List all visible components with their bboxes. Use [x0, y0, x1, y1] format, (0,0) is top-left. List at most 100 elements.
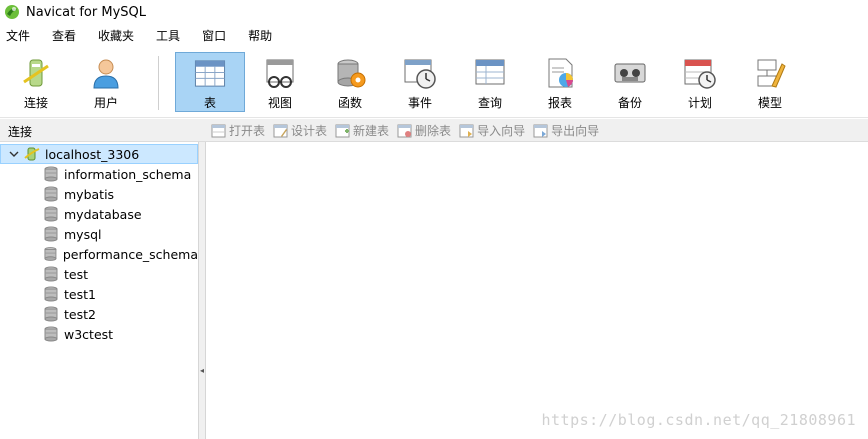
tree-db-test2[interactable]: test2	[0, 304, 198, 324]
open-table-icon	[211, 124, 226, 137]
function-label: 函数	[337, 96, 362, 110]
new-table-button[interactable]: 新建表	[335, 122, 389, 139]
user-label: 用户	[93, 96, 118, 110]
database-name: performance_schema	[62, 246, 198, 262]
database-name: test2	[64, 306, 96, 322]
panel-splitter[interactable]: ◂	[199, 142, 206, 439]
tree-db-mybatis[interactable]: mybatis	[0, 184, 198, 204]
main-toolbar: 连接 用户 表 视图 函数 事件 查询 报表 备份 计划 模型	[0, 48, 868, 118]
object-list-area[interactable]: https://blog.csdn.net/qq_21808961	[207, 142, 868, 439]
user-button[interactable]: 用户	[71, 52, 141, 112]
title-bar: Navicat for MySQL	[0, 0, 868, 24]
tree-db-w3ctest[interactable]: w3ctest	[0, 324, 198, 344]
design-table-icon	[273, 124, 288, 137]
database-name: w3ctest	[64, 326, 114, 342]
delete-table-icon	[397, 124, 412, 137]
export-wizard-label: 导出向导	[551, 124, 600, 138]
database-icon	[44, 306, 58, 322]
database-icon	[44, 266, 58, 282]
design-table-label: 设计表	[291, 124, 328, 138]
tree-db-information-schema[interactable]: information_schema	[0, 164, 198, 184]
report-button[interactable]: 报表	[525, 52, 595, 112]
backup-icon	[614, 63, 646, 83]
event-label: 事件	[407, 96, 432, 110]
import-wizard-label: 导入向导	[477, 124, 526, 138]
window-title: Navicat for MySQL	[26, 4, 146, 20]
menu-tools[interactable]: 工具	[150, 24, 192, 48]
database-icon	[44, 206, 58, 222]
watermark-text: https://blog.csdn.net/qq_21808961	[541, 411, 856, 429]
mysql-connection-icon	[24, 147, 40, 161]
model-button[interactable]: 模型	[735, 52, 805, 112]
database-icon	[44, 286, 58, 302]
object-toolbar: 连接 打开表 设计表 新建表 删除表 导入向导 导出向导	[0, 119, 868, 142]
delete-table-button[interactable]: 删除表	[397, 122, 451, 139]
schedule-label: 计划	[687, 96, 712, 110]
table-icon	[194, 60, 226, 87]
function-button[interactable]: 函数	[315, 52, 385, 112]
delete-table-label: 删除表	[415, 124, 452, 138]
tree-db-test1[interactable]: test1	[0, 284, 198, 304]
open-table-label: 打开表	[229, 124, 266, 138]
export-wizard-button[interactable]: 导出向导	[533, 122, 599, 139]
model-icon	[757, 59, 786, 88]
collapse-arrow-icon[interactable]: ◂	[200, 366, 204, 375]
connection-tree: localhost_3306 information_schema mybati…	[0, 142, 199, 439]
function-icon	[337, 59, 366, 88]
report-icon	[548, 58, 573, 88]
backup-label: 备份	[617, 96, 642, 110]
open-table-button[interactable]: 打开表	[211, 122, 265, 139]
design-table-button[interactable]: 设计表	[273, 122, 327, 139]
backup-button[interactable]: 备份	[595, 52, 665, 112]
database-name: mybatis	[64, 186, 115, 202]
tree-db-mysql[interactable]: mysql	[0, 224, 198, 244]
database-icon	[44, 247, 57, 261]
new-table-icon	[335, 124, 350, 137]
menu-file[interactable]: 文件	[0, 24, 42, 48]
tree-db-test[interactable]: test	[0, 264, 198, 284]
tree-db-performance-schema[interactable]: performance_schema	[0, 244, 198, 264]
import-wizard-icon	[459, 124, 474, 137]
import-wizard-button[interactable]: 导入向导	[459, 122, 525, 139]
export-wizard-icon	[533, 124, 548, 137]
table-actions: 打开表 设计表 新建表 删除表 导入向导 导出向导	[211, 122, 607, 139]
table-label: 表	[203, 96, 216, 110]
tree-db-mydatabase[interactable]: mydatabase	[0, 204, 198, 224]
database-name: test	[64, 266, 89, 282]
database-icon	[44, 166, 58, 182]
report-label: 报表	[547, 96, 572, 110]
database-icon	[44, 186, 58, 202]
new-table-label: 新建表	[353, 124, 390, 138]
view-label: 视图	[267, 96, 292, 110]
query-button[interactable]: 查询	[455, 52, 525, 112]
menu-window[interactable]: 窗口	[196, 24, 238, 48]
connections-header: 连接	[8, 125, 33, 139]
database-name: mydatabase	[64, 206, 142, 222]
database-name: mysql	[64, 226, 102, 242]
view-button[interactable]: 视图	[245, 52, 315, 112]
connection-button[interactable]: 连接	[1, 52, 71, 112]
event-icon	[404, 59, 436, 89]
navicat-logo-icon	[5, 5, 19, 19]
menu-favorites[interactable]: 收藏夹	[92, 24, 146, 48]
menu-help[interactable]: 帮助	[242, 24, 284, 48]
schedule-button[interactable]: 计划	[665, 52, 735, 112]
database-name: test1	[64, 286, 96, 302]
event-button[interactable]: 事件	[385, 52, 455, 112]
connection-label: 连接	[23, 96, 48, 110]
database-icon	[44, 226, 58, 242]
chevron-down-icon[interactable]	[9, 149, 19, 159]
query-icon	[475, 59, 505, 85]
view-icon	[266, 59, 294, 88]
menu-bar: 文件 查看 收藏夹 工具 窗口 帮助	[0, 24, 868, 48]
user-icon	[93, 59, 119, 89]
query-label: 查询	[477, 96, 502, 110]
connection-icon	[23, 59, 49, 87]
table-button[interactable]: 表	[175, 52, 245, 112]
tree-connection-localhost[interactable]: localhost_3306	[0, 144, 198, 164]
menu-view[interactable]: 查看	[46, 24, 88, 48]
toolbar-separator	[158, 56, 159, 110]
model-label: 模型	[757, 96, 782, 110]
database-name: information_schema	[64, 166, 192, 182]
schedule-icon	[684, 59, 716, 89]
